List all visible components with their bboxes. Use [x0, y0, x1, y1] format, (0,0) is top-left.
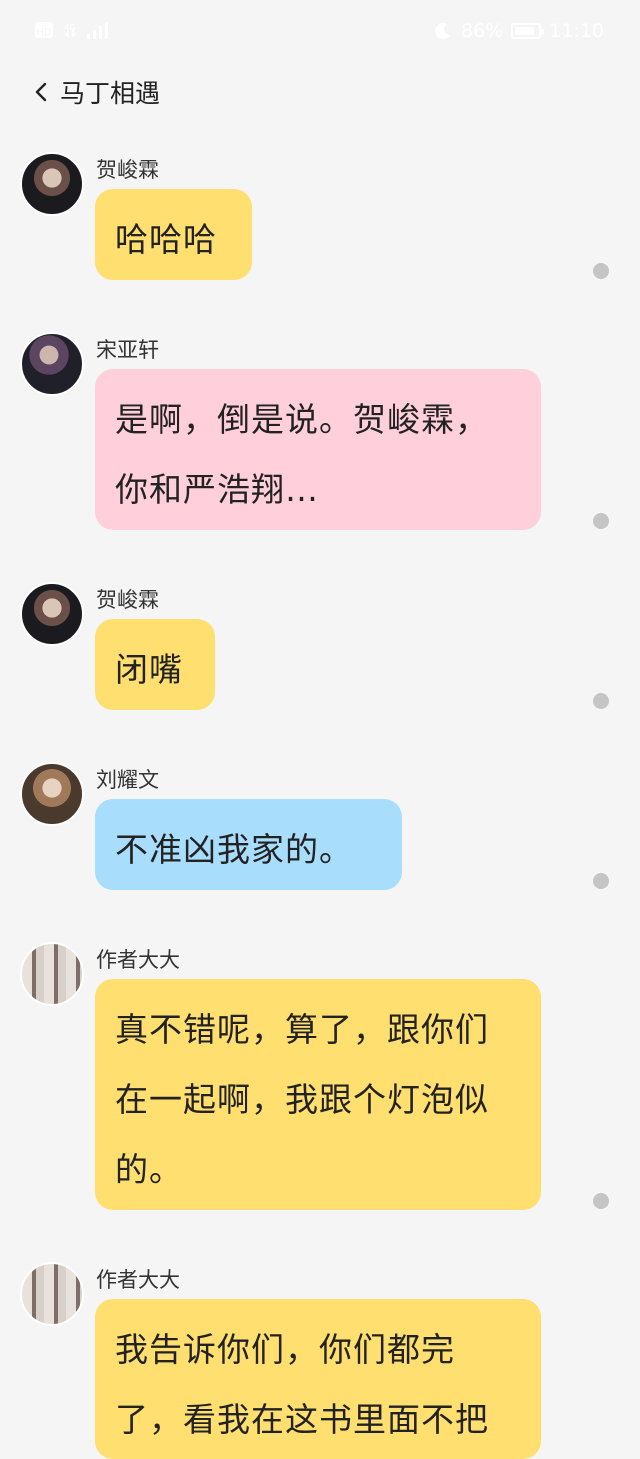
status-left: HD 4G — [34, 20, 108, 40]
sender-name: 作者大大 — [96, 1268, 180, 1292]
avatar[interactable] — [20, 1262, 84, 1326]
hd-icon: HD — [35, 22, 53, 38]
message-bubble[interactable]: 真不错呢，算了，跟你们在一起啊，我跟个灯泡似的。 — [95, 979, 541, 1210]
chevron-left-icon — [35, 82, 47, 102]
avatar[interactable] — [20, 582, 84, 646]
4g-icon: 4G — [64, 23, 77, 38]
signal-icon — [87, 22, 108, 39]
sender-name: 贺峻霖 — [96, 158, 159, 182]
battery-icon — [511, 23, 545, 39]
battery-percent: 86% — [461, 20, 504, 42]
avatar[interactable] — [20, 152, 84, 216]
avatar[interactable] — [20, 942, 84, 1006]
status-right: 86% 11:10 — [433, 20, 604, 42]
moon-icon — [435, 22, 450, 39]
status-bar: HD 4G 86% 11:10 — [0, 0, 640, 64]
message-bubble[interactable]: 闭嘴 — [95, 619, 215, 710]
status-dot — [593, 263, 609, 279]
svg-text:HD: HD — [36, 27, 52, 38]
avatar[interactable] — [20, 332, 84, 396]
sender-name: 贺峻霖 — [96, 588, 159, 612]
top-nav: 马丁相遇 — [0, 64, 640, 120]
status-time: 11:10 — [549, 20, 604, 42]
status-dot — [593, 873, 609, 889]
sender-name: 宋亚轩 — [96, 338, 159, 362]
message-bubble[interactable]: 是啊，倒是说。贺峻霖，你和严浩翔… — [95, 369, 541, 530]
status-dot — [593, 513, 609, 529]
status-dot — [593, 693, 609, 709]
back-button[interactable]: 马丁相遇 — [30, 72, 160, 112]
message-bubble[interactable]: 我告诉你们，你们都完了，看我在这书里面不把 — [95, 1299, 541, 1459]
battery-level-fill — [515, 27, 535, 35]
sender-name: 刘耀文 — [96, 768, 159, 792]
avatar[interactable] — [20, 762, 84, 826]
status-dot — [593, 1193, 609, 1209]
message-bubble[interactable]: 哈哈哈 — [95, 189, 252, 280]
page-title: 马丁相遇 — [60, 79, 161, 108]
svg-text:4G: 4G — [64, 23, 75, 32]
sender-name: 作者大大 — [96, 948, 180, 972]
message-bubble[interactable]: 不准凶我家的。 — [95, 799, 402, 890]
